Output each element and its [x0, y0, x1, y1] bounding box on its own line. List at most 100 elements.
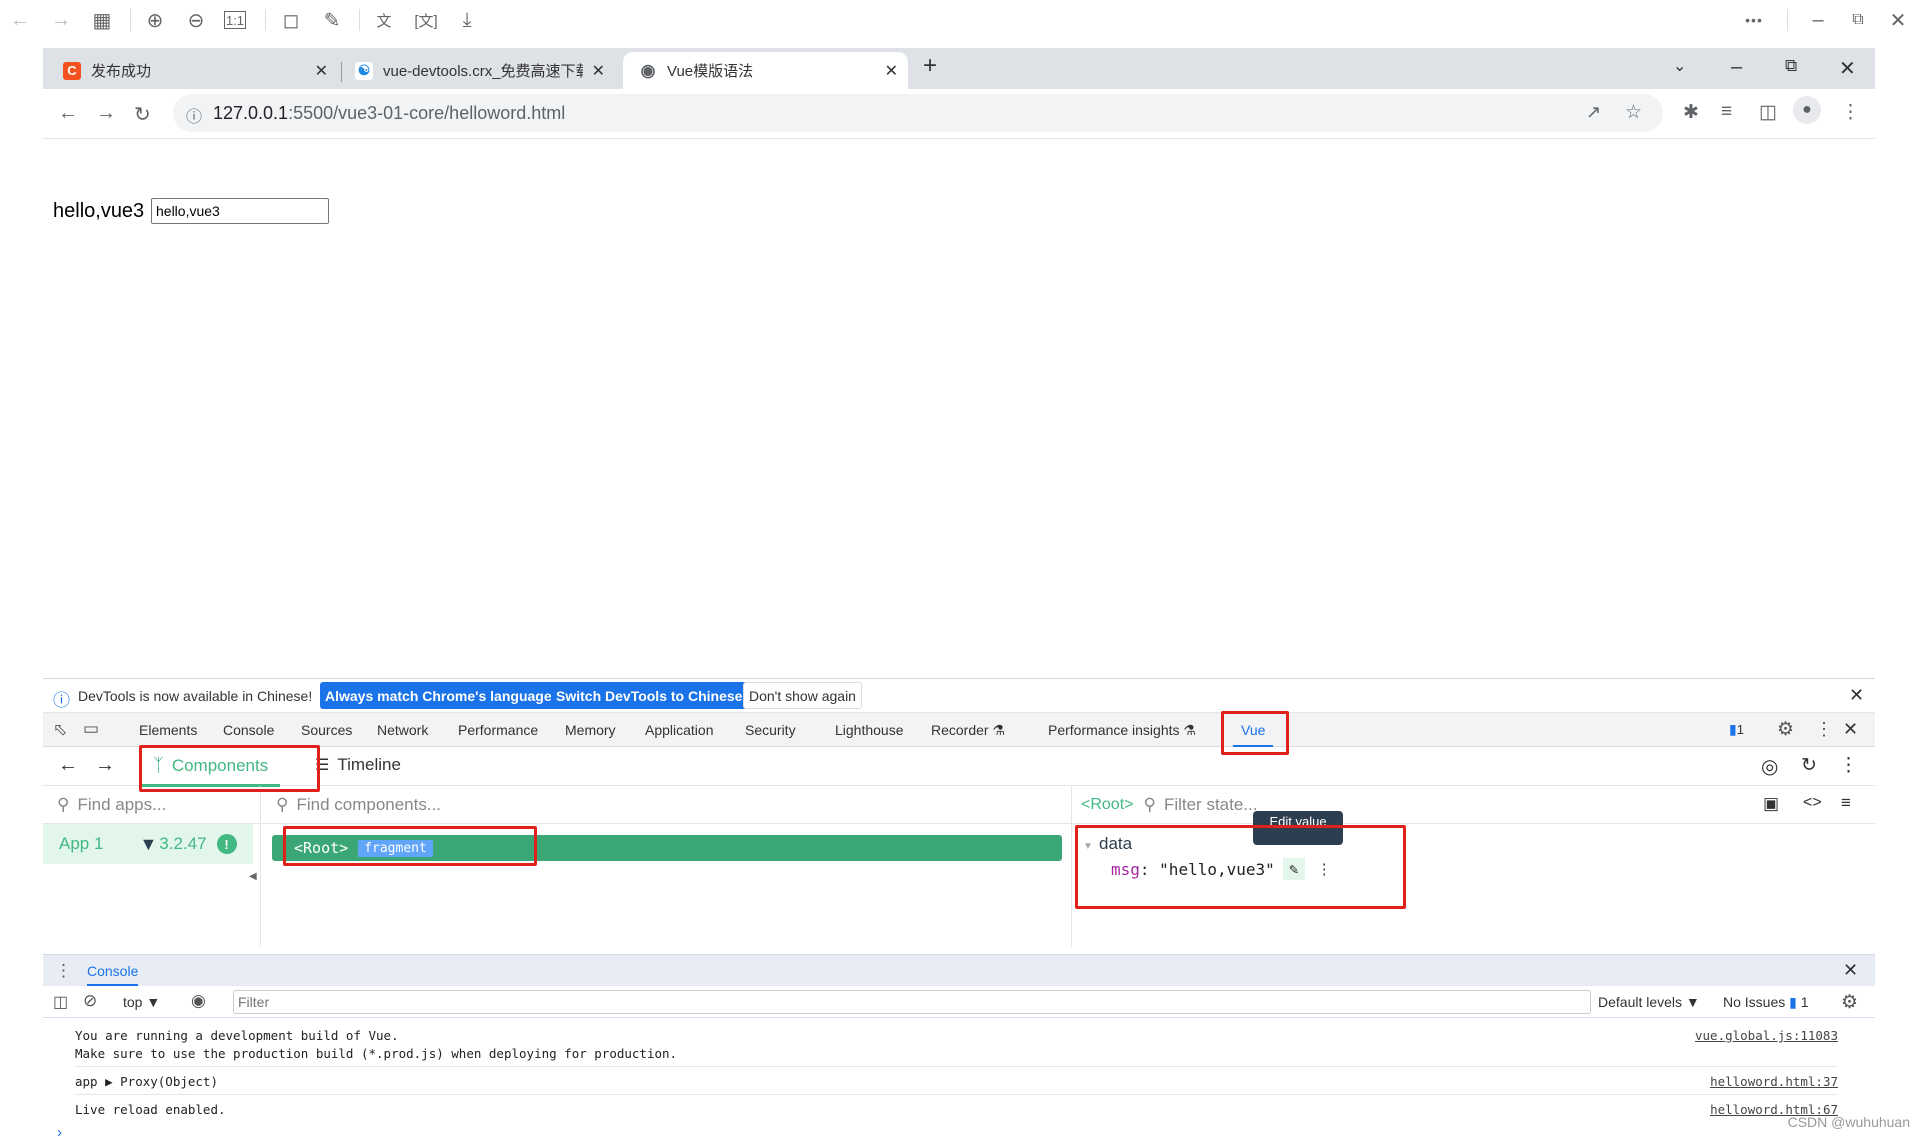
reload-icon[interactable]: ↻: [134, 102, 151, 127]
console-message-line: Make sure to use the production build (*…: [75, 1046, 677, 1061]
search-icon: ⚲: [276, 795, 288, 815]
tab-network[interactable]: Network: [377, 722, 428, 738]
more-icon[interactable]: •••: [1740, 6, 1768, 34]
issues-label: No Issues: [1723, 994, 1785, 1010]
close-devtools-icon[interactable]: ✕: [1843, 719, 1858, 740]
share-icon[interactable]: ↗: [1586, 102, 1601, 123]
annotation-box: [139, 745, 320, 792]
console-source-link[interactable]: vue.global.js:11083: [1695, 1028, 1838, 1043]
sidebar-toggle-icon[interactable]: ◫: [53, 992, 68, 1012]
close-tab-icon[interactable]: ✕: [885, 61, 898, 81]
rotate-icon[interactable]: ◻: [277, 6, 305, 34]
switch-to-chinese-button[interactable]: Switch DevTools to Chinese: [551, 682, 747, 709]
components-pane: ⚲ Find components... <Root> fragment: [262, 786, 1072, 947]
refresh-icon[interactable]: ↻: [1801, 754, 1817, 777]
scroll-to-component-icon[interactable]: ▣: [1763, 794, 1779, 814]
message-text: hello,vue3: [53, 200, 144, 223]
find-components-input[interactable]: ⚲ Find components...: [262, 786, 1071, 824]
tab-console[interactable]: Console: [223, 722, 274, 738]
console-settings-icon[interactable]: ⚙: [1841, 991, 1858, 1014]
new-tab-button[interactable]: +: [923, 52, 937, 80]
tab-elements[interactable]: Elements: [139, 722, 197, 738]
console-message-line[interactable]: app ▶ Proxy(Object): [75, 1074, 218, 1089]
warning-badge-icon[interactable]: !: [217, 834, 237, 854]
edit-icon[interactable]: ✎: [318, 6, 346, 34]
close-window-icon[interactable]: ✕: [1839, 56, 1856, 81]
minimize-window-icon[interactable]: –: [1731, 56, 1742, 79]
vue-logo-icon: ▼: [139, 834, 157, 855]
omnibox[interactable]: ⓘ 127.0.0.1:5500/vue3-01-core/helloword.…: [173, 94, 1663, 132]
issues-badge[interactable]: ▮1: [1729, 721, 1744, 738]
zoom-in-icon[interactable]: ⊕: [141, 6, 169, 34]
tab-search-icon[interactable]: ⌄: [1673, 56, 1686, 76]
forward-icon[interactable]: →: [96, 102, 116, 125]
message-input[interactable]: [151, 198, 329, 224]
browser-tab[interactable]: ☯ vue-devtools.crx_免费高速下载 ✕: [343, 52, 615, 89]
dont-show-again-button[interactable]: Don't show again: [743, 682, 862, 709]
bookmark-star-icon[interactable]: ☆: [1625, 101, 1642, 124]
translate-icon[interactable]: 文: [370, 6, 398, 34]
tab-performance-insights[interactable]: Performance insights ⚗: [1048, 722, 1196, 739]
close-tab-icon[interactable]: ✕: [592, 61, 605, 81]
tab-lighthouse[interactable]: Lighthouse: [835, 722, 904, 738]
console-prompt[interactable]: ›: [57, 1124, 62, 1141]
download-icon[interactable]: ⤓: [453, 6, 481, 34]
console-toolbar: ◫ ⊘ top ▼ ◉ Default levels ▼ No Issues ▮…: [43, 986, 1875, 1018]
app-name: App 1: [59, 834, 103, 854]
browser-tab[interactable]: C 发布成功 ✕: [43, 52, 338, 89]
context-select[interactable]: top ▼: [123, 994, 160, 1010]
settings-gear-icon[interactable]: ⚙: [1777, 718, 1794, 741]
restore-window-icon[interactable]: ⧉: [1785, 56, 1797, 76]
back-icon[interactable]: ←: [58, 754, 78, 777]
tab-security[interactable]: Security: [745, 722, 796, 738]
close-icon[interactable]: ✕: [1884, 6, 1912, 34]
reading-list-icon[interactable]: ≡: [1721, 101, 1732, 123]
console-source-link[interactable]: helloword.html:37: [1710, 1074, 1838, 1089]
minimize-icon[interactable]: –: [1804, 6, 1832, 34]
collapse-pane-icon[interactable]: ◀: [249, 864, 259, 888]
inspect-element-icon[interactable]: ⬁: [53, 720, 67, 740]
console-filter-input[interactable]: [233, 990, 1591, 1014]
select-component-icon[interactable]: ◎: [1761, 754, 1778, 779]
devtools-menu-icon[interactable]: ⋮: [1815, 719, 1833, 740]
profile-avatar-icon[interactable]: ●: [1793, 96, 1821, 124]
forward-arrow-icon[interactable]: →: [47, 6, 75, 34]
tab-memory[interactable]: Memory: [565, 722, 616, 738]
device-toolbar-icon[interactable]: ▭: [83, 719, 99, 739]
inspect-dom-icon[interactable]: <>: [1803, 794, 1822, 812]
issues-button[interactable]: No Issues ▮ 1: [1723, 994, 1809, 1011]
tab-application[interactable]: Application: [645, 722, 714, 738]
chrome-menu-icon[interactable]: ⋮: [1841, 101, 1860, 124]
open-in-editor-icon[interactable]: ≡: [1841, 793, 1851, 813]
tab-label: Timeline: [337, 755, 401, 775]
csdn-icon: C: [63, 62, 81, 80]
tab-performance[interactable]: Performance: [458, 722, 538, 738]
actual-size-icon[interactable]: 1:1: [224, 11, 246, 29]
zoom-out-icon[interactable]: ⊖: [182, 6, 210, 34]
app-item[interactable]: App 1 ▼ 3.2.47 !: [43, 824, 253, 864]
side-panel-icon[interactable]: ◫: [1759, 101, 1777, 124]
log-levels-dropdown[interactable]: Default levels ▼: [1598, 994, 1700, 1010]
drawer-tab-console[interactable]: Console: [87, 963, 138, 986]
close-infobar-icon[interactable]: ✕: [1849, 685, 1864, 706]
extensions-icon[interactable]: ✱: [1683, 101, 1699, 124]
site-info-icon[interactable]: ⓘ: [186, 103, 202, 127]
filter-state-input[interactable]: <Root> ⚲ Filter state... ▣ <> ≡: [1073, 786, 1875, 824]
clear-console-icon[interactable]: ⊘: [83, 991, 97, 1011]
close-tab-icon[interactable]: ✕: [315, 61, 328, 81]
ocr-icon[interactable]: [文]: [412, 6, 440, 34]
restore-icon[interactable]: ⧉: [1844, 6, 1872, 34]
back-arrow-icon[interactable]: ←: [6, 6, 34, 34]
vue-menu-icon[interactable]: ⋮: [1839, 754, 1858, 777]
tab-sources[interactable]: Sources: [301, 722, 352, 738]
tab-recorder[interactable]: Recorder ⚗: [931, 722, 1005, 739]
grid-icon[interactable]: ▦: [88, 6, 116, 34]
always-match-language-button[interactable]: Always match Chrome's language: [320, 682, 557, 709]
drawer-menu-icon[interactable]: ⋮: [55, 961, 72, 981]
browser-tab-active[interactable]: ◉ Vue模版语法 ✕: [623, 52, 908, 89]
close-drawer-icon[interactable]: ✕: [1843, 960, 1858, 981]
forward-icon[interactable]: →: [95, 754, 115, 777]
back-icon[interactable]: ←: [58, 102, 78, 125]
live-expression-eye-icon[interactable]: ◉: [191, 991, 206, 1011]
tab-timeline[interactable]: ☰ Timeline: [315, 755, 401, 775]
